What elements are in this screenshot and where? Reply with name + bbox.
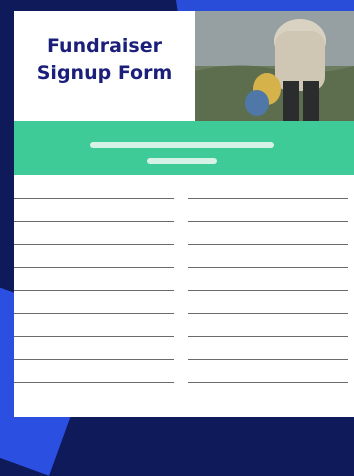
signup-line[interactable] xyxy=(188,359,348,360)
signup-line[interactable] xyxy=(14,336,174,337)
signup-line[interactable] xyxy=(188,313,348,314)
signup-line[interactable] xyxy=(14,221,174,222)
signup-line[interactable] xyxy=(14,313,174,314)
signup-line[interactable] xyxy=(188,244,348,245)
signup-line[interactable] xyxy=(14,359,174,360)
signup-line[interactable] xyxy=(14,244,174,245)
signup-line[interactable] xyxy=(188,198,348,199)
person-walking-photo-icon xyxy=(195,11,354,121)
signup-line[interactable] xyxy=(188,290,348,291)
form-header: Fundraiser Signup Form xyxy=(14,11,354,121)
banner-placeholder-bar xyxy=(147,158,217,164)
form-title: Fundraiser Signup Form xyxy=(14,33,195,87)
signup-line[interactable] xyxy=(14,382,174,383)
signup-line[interactable] xyxy=(188,221,348,222)
title-line-1: Fundraiser xyxy=(47,35,162,57)
signup-lines-area xyxy=(14,175,354,417)
signup-line[interactable] xyxy=(188,267,348,268)
signup-line[interactable] xyxy=(188,336,348,337)
signup-form-sheet: Fundraiser Signup Form xyxy=(14,11,354,417)
signup-line[interactable] xyxy=(14,198,174,199)
signup-line[interactable] xyxy=(188,382,348,383)
title-line-2: Signup Form xyxy=(36,62,173,84)
banner-placeholder-bar xyxy=(90,142,274,148)
signup-line[interactable] xyxy=(14,290,174,291)
signup-line[interactable] xyxy=(14,267,174,268)
header-photo xyxy=(195,11,354,121)
form-banner xyxy=(14,121,354,175)
